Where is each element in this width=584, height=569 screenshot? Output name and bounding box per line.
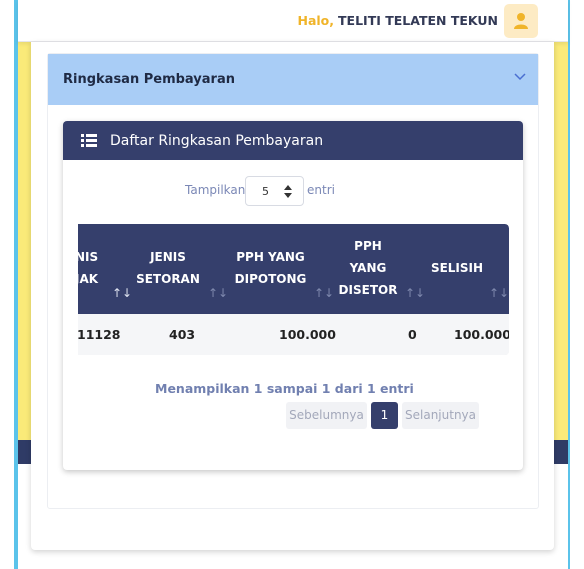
cell-pph-disetor: 0 [408,327,417,342]
table-header: NIS JAK ↑↓ JENIS SETORAN ↑↓ PPH YANG DIP… [78,224,509,314]
accordion-title: Ringkasan Pembayaran [63,72,235,87]
user-name: TELITI TELATEN TEKUN [338,13,498,28]
sort-icon[interactable]: ↑↓ [112,286,132,300]
column-header-line: NIS [78,250,99,264]
pagination-previous-button[interactable]: Sebelumnya [286,402,367,429]
cell-jenis-pajak: 11128 [78,327,121,342]
column-header-jenis-setoran[interactable]: JENIS SETORAN [133,246,203,290]
column-header-line: PPH [354,239,382,253]
column-header-line: DISETOR [338,283,398,297]
sort-icon[interactable]: ↑↓ [208,286,228,300]
table-info: Menampilkan 1 sampai 1 dari 1 entri [155,381,414,396]
user-greeting: Halo, TELITI TELATEN TEKUN [298,13,499,28]
select-arrows-icon [284,185,292,198]
length-suffix: entri [307,183,335,197]
pagination-next-button[interactable]: Selanjutnya [402,402,479,429]
summary-list-card: Daftar Ringkasan Pembayaran Tampilkan 5 … [63,121,523,470]
pagination-page-1[interactable]: 1 [371,402,398,429]
cell-pph-dipotong: 100.000 [279,327,336,342]
list-card-header: Daftar Ringkasan Pembayaran [63,121,523,160]
column-header-line: JAK [78,272,99,286]
top-bar: Halo, TELITI TELATEN TEKUN [18,0,568,42]
accordion-header[interactable]: Ringkasan Pembayaran [48,54,538,105]
column-header-line: PPH YANG [236,250,305,264]
summary-table: NIS JAK ↑↓ JENIS SETORAN ↑↓ PPH YANG DIP… [78,224,509,355]
entries-per-page-value: 5 [262,185,269,198]
column-header-pph-dipotong[interactable]: PPH YANG DIPOTONG [228,246,313,290]
column-header-line: SETORAN [136,272,200,286]
sort-icon[interactable]: ↑↓ [489,286,509,300]
column-header-jenis-pajak[interactable]: NIS JAK [78,246,105,290]
chevron-down-icon[interactable] [514,73,526,81]
column-header-selisih[interactable]: SELISIH [422,257,492,279]
cell-selisih: 100.000 [454,327,509,342]
column-header-line: YANG [349,261,387,275]
column-header-pph-disetor[interactable]: PPH YANG DISETOR [335,235,401,301]
length-label: Tampilkan [185,183,246,197]
cell-jenis-setoran: 403 [169,327,196,342]
user-icon [514,13,528,29]
entries-per-page-select[interactable]: 5 [245,176,304,206]
greeting-text: Halo, [297,13,335,28]
column-header-line: JENIS [150,250,186,264]
sort-icon[interactable]: ↑↓ [405,286,425,300]
column-header-line: DIPOTONG [234,272,307,286]
user-avatar-button[interactable] [504,4,538,38]
list-icon [81,134,97,147]
table-row: 11128 403 100.000 0 100.000 [78,314,509,355]
column-header-line: SELISIH [430,261,484,275]
sort-icon[interactable]: ↑↓ [314,286,334,300]
list-card-title: Daftar Ringkasan Pembayaran [110,133,324,149]
